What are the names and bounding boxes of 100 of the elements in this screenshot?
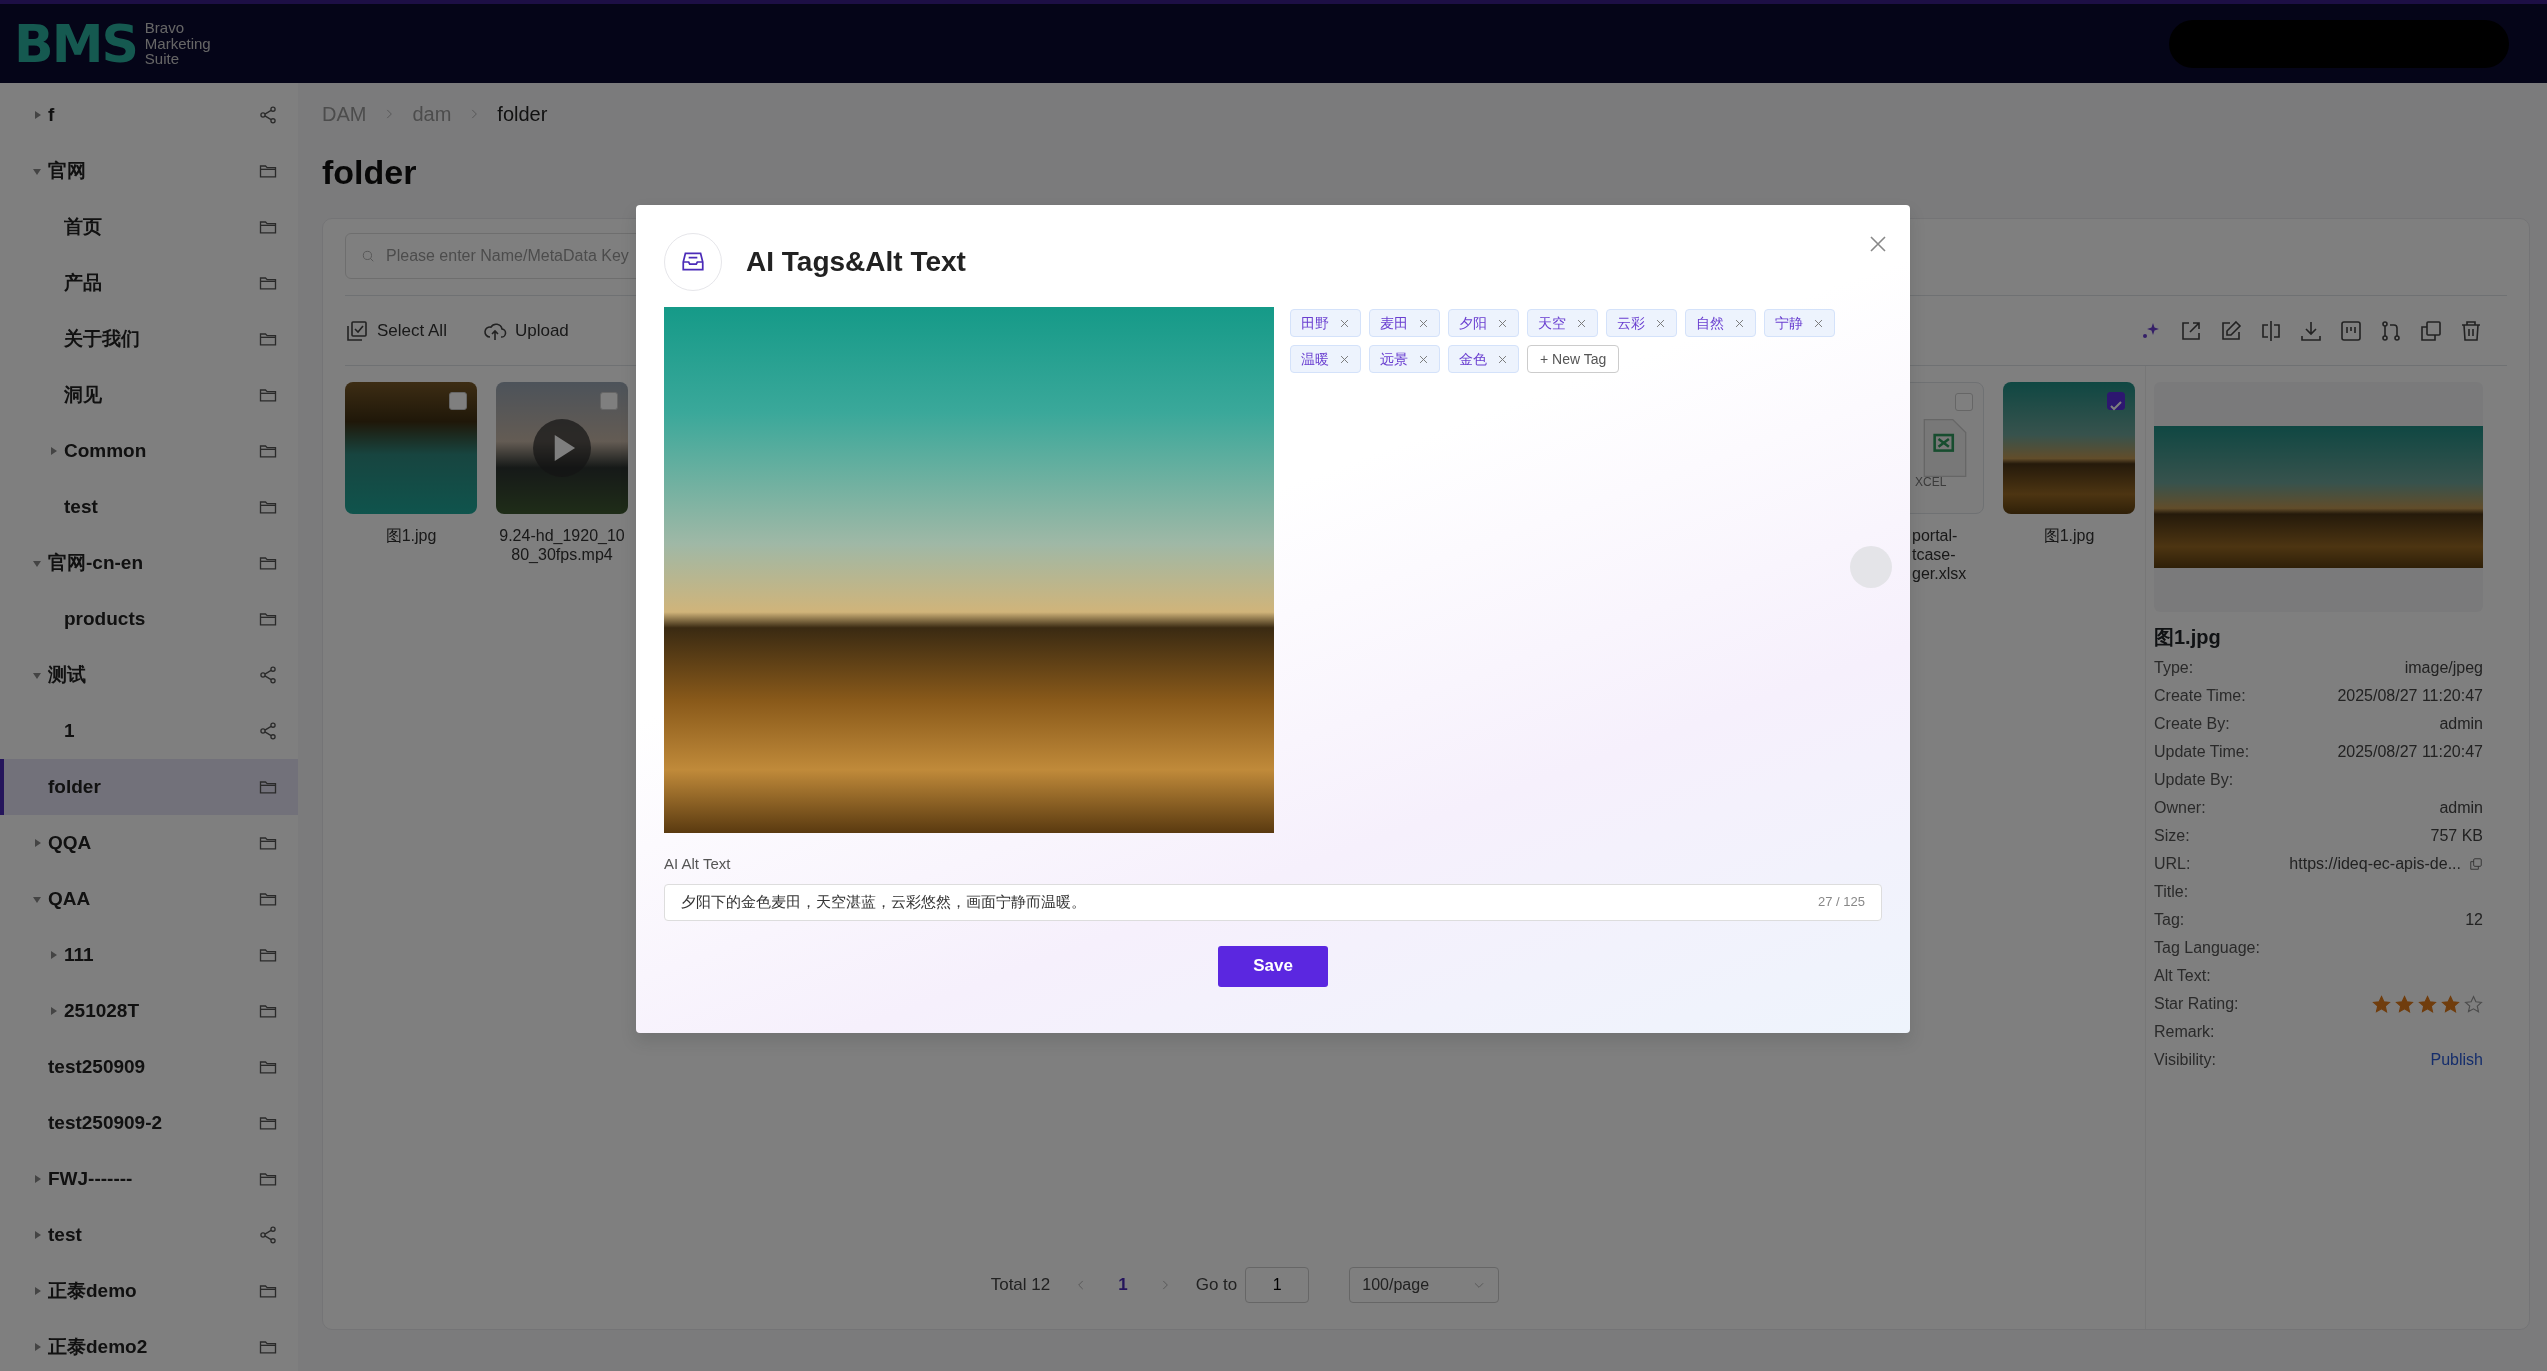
tag[interactable]: 远景 <box>1369 345 1440 373</box>
page-title: folder <box>322 152 418 193</box>
tree-item[interactable]: test250909 <box>0 1039 298 1095</box>
caret-right-icon[interactable] <box>32 1230 42 1240</box>
tree-item[interactable]: 产品 <box>0 255 298 311</box>
field-label: Alt Text: <box>2154 966 2211 986</box>
star-filled-icon[interactable] <box>2372 994 2391 1014</box>
tag[interactable]: 金色 <box>1448 345 1519 373</box>
caret-down-icon[interactable] <box>32 558 42 568</box>
tag[interactable]: 云彩 <box>1606 309 1677 337</box>
tree-item[interactable]: 关于我们 <box>0 311 298 367</box>
dialog-title: AI Tags&Alt Text <box>746 245 966 279</box>
caret-right-icon[interactable] <box>32 1286 42 1296</box>
tree-item[interactable]: 251028T <box>0 983 298 1039</box>
field-label: Update Time: <box>2154 742 2250 762</box>
close-icon[interactable] <box>1418 317 1429 329</box>
file-type-label: XCEL <box>1915 474 1947 491</box>
tree-item[interactable]: QAA <box>0 871 298 927</box>
tree-item[interactable]: test <box>0 479 298 535</box>
close-icon[interactable] <box>1339 317 1350 329</box>
alt-text-field[interactable]: 夕阳下的金色麦田，天空湛蓝，云彩悠然，画面宁静而温暖。 27 / 125 <box>664 883 1882 921</box>
field-label: AI Alt Text <box>664 854 732 874</box>
close-icon[interactable] <box>1418 353 1429 365</box>
copy-icon[interactable] <box>2419 318 2443 343</box>
tree-item[interactable]: 测试 <box>0 647 298 703</box>
tag[interactable]: 宁静 <box>1764 309 1835 337</box>
new-tag-button[interactable]: + New Tag <box>1527 345 1620 373</box>
caret-right-icon[interactable] <box>32 110 42 120</box>
tag[interactable]: 田野 <box>1290 309 1361 337</box>
field-value: admin <box>2439 714 2483 734</box>
tree-item[interactable]: test250909-2 <box>0 1095 298 1151</box>
star-filled-icon[interactable] <box>2418 994 2437 1014</box>
tree-item[interactable]: QQA <box>0 815 298 871</box>
photo-placeholder[interactable] <box>2003 382 2135 514</box>
star-outline-icon[interactable] <box>2464 994 2483 1014</box>
spreadsheet-icon <box>1923 418 1967 478</box>
upload-button[interactable]: Upload <box>482 317 581 344</box>
close-icon[interactable] <box>1734 317 1745 329</box>
tree-item[interactable]: 111 <box>0 927 298 983</box>
merge-icon[interactable] <box>2379 318 2403 343</box>
caret-right-icon[interactable] <box>32 838 42 848</box>
field-label: Size: <box>2154 826 2190 846</box>
tree-item[interactable]: 1 <box>0 703 298 759</box>
tag[interactable]: 自然 <box>1685 309 1756 337</box>
caret-right-icon[interactable] <box>32 1342 42 1352</box>
tree-item[interactable]: test <box>0 1207 298 1263</box>
video-thumbnail[interactable] <box>496 382 628 514</box>
page-number[interactable]: 1 <box>1112 1271 1134 1299</box>
star-filled-icon[interactable] <box>2395 994 2414 1014</box>
page-size-select[interactable]: 100/page <box>1349 1267 1500 1303</box>
logo-text: Bravo Marketing Suite <box>144 19 212 68</box>
field-label: Create By: <box>2154 714 2230 734</box>
star-filled-icon[interactable] <box>2441 994 2460 1014</box>
caret-right-icon[interactable] <box>48 446 58 456</box>
tree-item[interactable]: 洞见 <box>0 367 298 423</box>
tag[interactable]: 夕阳 <box>1448 309 1519 337</box>
tree-item[interactable]: 正泰demo2 <box>0 1319 298 1371</box>
split-icon[interactable] <box>2259 318 2283 343</box>
edit-icon[interactable] <box>2219 318 2243 343</box>
field-label: Remark: <box>2154 1022 2215 1042</box>
caret-right-icon[interactable] <box>48 1006 58 1016</box>
close-icon[interactable] <box>1339 353 1350 365</box>
close-icon[interactable] <box>1576 317 1587 329</box>
checkbox[interactable] <box>2107 392 2125 410</box>
tree-item[interactable]: FWJ------- <box>0 1151 298 1207</box>
field-label: Type: <box>2154 658 2194 678</box>
tree-item[interactable]: folder <box>0 759 298 815</box>
close-icon[interactable] <box>1497 353 1508 365</box>
tag[interactable]: 麦田 <box>1369 309 1440 337</box>
caret-down-icon[interactable] <box>32 670 42 680</box>
caret-right-icon[interactable] <box>32 1174 42 1184</box>
select-all-button[interactable]: Select All <box>345 317 459 344</box>
file-name: 图1.jpg <box>384 526 438 546</box>
photo-placeholder[interactable] <box>345 382 477 514</box>
close-icon[interactable] <box>1813 317 1824 329</box>
close-icon[interactable] <box>1655 317 1666 329</box>
page-input[interactable]: 1 <box>1245 1267 1310 1303</box>
tag[interactable]: 天空 <box>1527 309 1598 337</box>
close-icon[interactable] <box>1497 317 1508 329</box>
visibility-link[interactable]: Publish <box>2430 1048 2483 1072</box>
caret-down-icon[interactable] <box>32 894 42 904</box>
tree-item[interactable]: 首页 <box>0 199 298 255</box>
tree-item[interactable]: 官网 <box>0 143 298 199</box>
file-name: 图1.jpg <box>2042 526 2096 546</box>
copy-icon[interactable] <box>2469 857 2483 871</box>
field-label: Update By: <box>2154 770 2234 790</box>
file-name: portal-tcase-ger.xlsx <box>1912 526 1968 584</box>
save-button[interactable]: Save <box>1218 945 1328 987</box>
field-label: Create Time: <box>2154 686 2246 706</box>
tree-item[interactable]: Common <box>0 423 298 479</box>
tree-item[interactable]: f <box>0 87 298 143</box>
trash-icon[interactable] <box>2459 318 2483 343</box>
tree-item[interactable]: 正泰demo <box>0 1263 298 1319</box>
tree-item[interactable]: products <box>0 591 298 647</box>
caret-right-icon[interactable] <box>48 950 58 960</box>
caret-down-icon[interactable] <box>32 166 42 176</box>
tag[interactable]: 温暖 <box>1290 345 1361 373</box>
tree-item[interactable]: 官网-cn-en <box>0 535 298 591</box>
play-icon <box>533 419 591 477</box>
layout-icon[interactable] <box>2339 318 2363 343</box>
